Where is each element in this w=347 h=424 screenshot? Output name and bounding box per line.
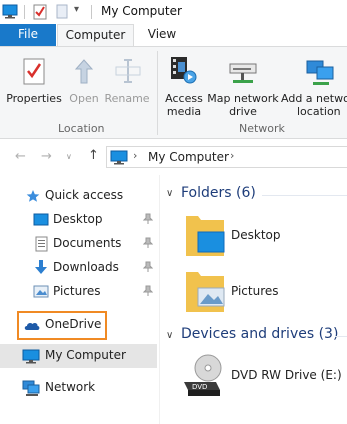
sidebar-item-downloads[interactable]: Downloads	[0, 256, 157, 280]
address-path[interactable]: My Computer	[148, 150, 229, 164]
back-arrow-icon[interactable]: ←	[15, 149, 26, 164]
star-icon	[26, 190, 40, 202]
network-location-icon	[306, 60, 334, 85]
ribbon-tabs: File Computer View	[0, 24, 347, 46]
open-label: Open	[69, 92, 99, 105]
folders-section-header[interactable]: Folders (6)	[181, 185, 256, 201]
drive-item-dvd[interactable]: DVD DVD RW Drive (E:)	[180, 350, 347, 400]
documents-icon	[35, 236, 48, 252]
svg-text:DVD: DVD	[192, 383, 207, 391]
address-chevron-icon[interactable]: ›	[230, 149, 234, 162]
add-network-location-label-2: location	[297, 105, 341, 118]
address-bar: ← → ∨ ↑ › My Computer ›	[0, 139, 347, 175]
new-folder-qat-icon[interactable]	[56, 4, 68, 19]
pane-divider	[159, 175, 160, 424]
tab-view[interactable]: View	[135, 24, 189, 46]
pin-icon[interactable]	[143, 237, 153, 249]
add-network-location-label-1: Add a network	[281, 92, 347, 105]
title-bar: ▾ My Computer	[0, 0, 347, 24]
group-label-location: Location	[58, 122, 105, 135]
sidebar-item-label: Downloads	[53, 260, 119, 274]
map-network-drive-label-1: Map network	[207, 92, 279, 105]
collapse-chevron-icon[interactable]: ∨	[166, 188, 173, 199]
rename-button[interactable]: Rename	[104, 50, 150, 120]
address-input[interactable]: › My Computer ›	[106, 146, 347, 168]
sidebar-item-label: Desktop	[53, 212, 103, 226]
access-media-button[interactable]: Access media	[161, 50, 207, 120]
add-network-location-button[interactable]: Add a network location	[281, 50, 347, 120]
address-chevron-icon[interactable]: ›	[133, 149, 137, 162]
rename-icon	[115, 59, 141, 83]
rename-label: Rename	[104, 92, 150, 105]
pin-icon[interactable]	[143, 285, 153, 297]
sidebar-item-documents[interactable]: Documents	[0, 232, 157, 256]
sidebar-item-desktop[interactable]: Desktop	[0, 208, 157, 232]
pin-icon[interactable]	[143, 261, 153, 273]
sidebar-item-network[interactable]: Network	[0, 376, 157, 400]
section-divider	[335, 336, 347, 337]
map-network-drive-button[interactable]: Map network drive	[205, 50, 281, 120]
tab-file[interactable]: File	[0, 24, 56, 46]
pictures-icon	[33, 285, 49, 298]
drive-label: DVD RW Drive (E:)	[231, 368, 342, 382]
recent-locations-icon[interactable]: ∨	[66, 152, 72, 161]
downloads-icon	[35, 260, 47, 274]
folder-label: Pictures	[231, 284, 279, 298]
computer-icon	[22, 349, 40, 364]
window-title: My Computer	[101, 4, 182, 18]
properties-qat-icon[interactable]	[33, 3, 47, 20]
properties-label: Properties	[6, 92, 62, 105]
group-separator	[157, 51, 158, 135]
folder-label: Desktop	[231, 228, 281, 242]
map-network-drive-icon	[229, 63, 257, 83]
sidebar-item-pictures[interactable]: Pictures	[0, 280, 157, 304]
sidebar-item-label: Network	[45, 380, 96, 394]
pin-icon[interactable]	[143, 213, 153, 225]
open-button[interactable]: Open	[66, 50, 102, 120]
desktop-icon	[33, 213, 49, 226]
up-arrow-icon[interactable]: ↑	[88, 148, 99, 163]
access-media-icon	[171, 57, 197, 84]
tab-computer[interactable]: Computer	[57, 24, 134, 46]
desktop-folder-icon	[186, 216, 225, 256]
dvd-drive-icon: DVD	[184, 354, 222, 396]
sidebar-item-label: OneDrive	[45, 317, 102, 331]
properties-icon	[23, 58, 45, 85]
group-label-network: Network	[239, 122, 285, 135]
map-network-drive-label-2: drive	[229, 105, 257, 118]
computer-icon	[110, 150, 128, 165]
access-media-label-2: media	[166, 105, 202, 118]
sidebar-item-my-computer[interactable]: My Computer	[0, 344, 157, 368]
sidebar-item-label: My Computer	[45, 348, 126, 362]
collapse-chevron-icon[interactable]: ∨	[166, 330, 173, 341]
pictures-folder-icon	[186, 272, 225, 312]
sidebar-item-onedrive[interactable]: OneDrive	[0, 313, 157, 337]
network-icon	[22, 380, 40, 396]
properties-button[interactable]: Properties	[4, 50, 64, 120]
access-media-label-1: Access	[165, 92, 203, 105]
forward-arrow-icon[interactable]: →	[41, 149, 52, 164]
ribbon: Properties Open Rename Location Access m…	[0, 46, 347, 139]
cloud-icon	[24, 322, 40, 330]
sidebar-item-label: Documents	[53, 236, 122, 250]
open-arrow-icon	[74, 59, 94, 84]
computer-icon[interactable]	[2, 4, 18, 19]
devices-section-header[interactable]: Devices and drives (3)	[181, 326, 338, 342]
folder-item-desktop[interactable]: Desktop	[180, 210, 347, 260]
folder-item-pictures[interactable]: Pictures	[180, 266, 347, 316]
sidebar-item-quick-access[interactable]: Quick access	[0, 184, 157, 208]
section-divider	[262, 195, 347, 196]
sidebar-item-label: Quick access	[45, 188, 124, 202]
sidebar-item-label: Pictures	[53, 284, 101, 298]
qat-dropdown-icon[interactable]: ▾	[74, 4, 79, 15]
